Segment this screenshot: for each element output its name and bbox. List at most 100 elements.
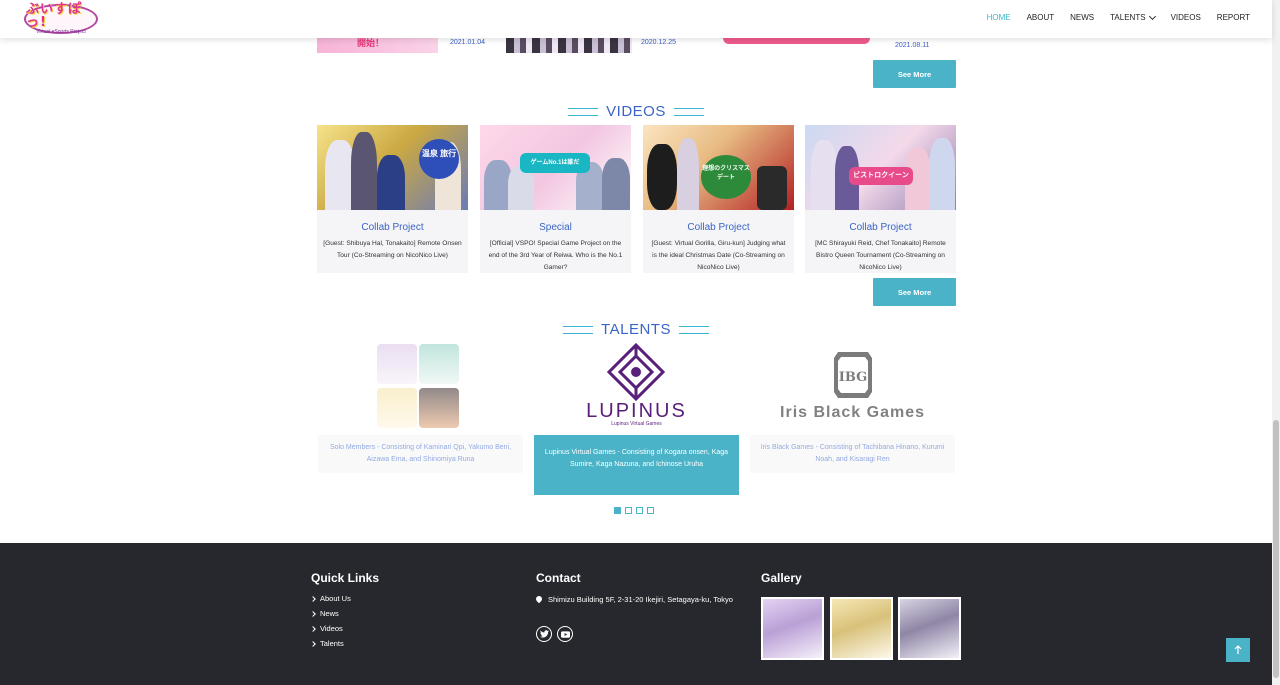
talent-name[interactable]: Solo Members	[330, 444, 375, 451]
avatar	[419, 388, 459, 428]
talent-name[interactable]: Iris Black Games	[761, 444, 814, 451]
footer-link-label: Videos	[320, 624, 343, 633]
video-thumbnail[interactable]: ビストロクイーン	[805, 125, 956, 210]
logo-text: ぶいすぽっ!	[26, 2, 83, 30]
video-thumbnail[interactable]: ゲームNo.1は誰だ	[480, 125, 631, 210]
heading-decoration	[568, 108, 599, 117]
talents-heading-text: TALENTS	[601, 321, 671, 338]
gallery-image[interactable]	[761, 597, 824, 660]
avatar	[419, 344, 459, 384]
video-thumbnail-text: ゲームNo.1は誰だ	[520, 153, 590, 173]
quick-links-heading: Quick Links	[311, 571, 380, 585]
youtube-icon[interactable]	[557, 626, 573, 642]
news-date-3: 2021.08.11	[895, 42, 930, 49]
nav-talents[interactable]: TALENTS	[1110, 12, 1156, 22]
video-title[interactable]: Collab Project	[317, 222, 468, 233]
news-date-2: 2020.12.25	[641, 39, 677, 46]
avatar	[377, 388, 417, 428]
footer-link-label: Talents	[320, 639, 344, 648]
video-thumbnail-text: 理想のクリスマスデート	[701, 155, 751, 199]
carousel-pagination	[614, 507, 654, 514]
iris-logo-mark: IBG	[839, 370, 867, 385]
video-title[interactable]: Collab Project	[643, 222, 794, 233]
carousel-dot-3[interactable]	[636, 507, 643, 514]
video-description: [Guest: Shibuya Hal, Tonakaito] Remote O…	[323, 240, 462, 259]
heading-decoration	[563, 326, 594, 335]
back-to-top-button[interactable]	[1226, 638, 1250, 662]
lupinus-logo-text: LUPINUS	[586, 400, 687, 422]
heading-decoration	[678, 326, 709, 335]
nav-report[interactable]: REPORT	[1217, 13, 1250, 22]
talent-description: - Consisting of Tachibana Hinano, Kurumi…	[813, 444, 945, 463]
talent-card-iris[interactable]: IBG Iris Black Games Iris Black Games - …	[750, 340, 955, 515]
iris-black-games-logo-icon: IBG	[834, 352, 872, 398]
videos-see-more-button[interactable]: See More	[873, 278, 956, 306]
address-text: Shimizu Building 5F, 2-31-20 Ikejiri, Se…	[548, 595, 733, 604]
footer-link-videos[interactable]: Videos	[310, 624, 343, 633]
map-pin-icon	[534, 594, 544, 604]
main-nav: HOME ABOUT NEWS TALENTS VIDEOS REPORT	[971, 12, 1250, 22]
gallery-image[interactable]	[830, 597, 893, 660]
talent-name[interactable]: Lupinus Virtual Games	[545, 449, 616, 456]
video-description: [Official] VSPO! Special Game Project on…	[488, 240, 623, 271]
logo-subtitle: Virtual eSports Project	[36, 29, 86, 35]
site-logo[interactable]: ぶいすぽっ! Virtual eSports Project	[24, 2, 98, 35]
video-title[interactable]: Collab Project	[805, 222, 956, 233]
video-description: [MC Shirayuki Reid, Chef Tonakaito] Remo…	[815, 240, 946, 271]
lupinus-logo-subtitle: Lupinus Virtual Games	[611, 421, 662, 427]
nav-news[interactable]: NEWS	[1070, 13, 1094, 22]
nav-talents-label: TALENTS	[1110, 13, 1146, 22]
carousel-dot-1[interactable]	[614, 507, 621, 514]
gallery-heading: Gallery	[761, 571, 802, 585]
contact-address: Shimizu Building 5F, 2-31-20 Ikejiri, Se…	[534, 594, 736, 606]
chevron-down-icon	[1148, 12, 1156, 20]
talent-info: Lupinus Virtual Games - Consisting of Ko…	[534, 435, 739, 495]
talent-avatars	[373, 344, 463, 428]
scrollbar-thumb[interactable]	[1273, 420, 1279, 678]
carousel-dot-4[interactable]	[647, 507, 654, 514]
contact-heading: Contact	[536, 571, 581, 585]
video-card[interactable]: 温泉 旅行 Collab Project [Guest: Shibuya Hal…	[317, 125, 468, 273]
video-card[interactable]: ビストロクイーン Collab Project [MC Shirayuki Re…	[805, 125, 956, 273]
videos-heading-text: VIDEOS	[606, 103, 666, 120]
arrow-up-icon	[1234, 645, 1242, 654]
iris-logo-text: Iris Black Games	[780, 404, 925, 421]
carousel-dot-2[interactable]	[625, 507, 632, 514]
video-thumbnail[interactable]: 温泉 旅行	[317, 125, 468, 210]
footer-link-about[interactable]: About Us	[310, 594, 351, 603]
video-description: [Guest: Virtual Gorilla, Giru-kun] Judgi…	[651, 240, 786, 271]
footer-link-news[interactable]: News	[310, 609, 339, 618]
talent-card-solo[interactable]: Solo Members - Consisting of Kaminari Qp…	[318, 340, 523, 515]
talent-info: Iris Black Games - Consisting of Tachiba…	[750, 435, 955, 473]
talent-description: - Consisting of Kaminari Qpi, Yakumo Ben…	[366, 444, 512, 463]
talent-info: Solo Members - Consisting of Kaminari Qp…	[318, 435, 523, 473]
site-header: ぶいすぽっ! Virtual eSports Project HOME ABOU…	[0, 0, 1272, 38]
page-scrollbar[interactable]	[1272, 0, 1280, 685]
footer-link-talents[interactable]: Talents	[310, 639, 344, 648]
video-card[interactable]: 理想のクリスマスデート Collab Project [Guest: Virtu…	[643, 125, 794, 273]
news-see-more-button[interactable]: See More	[873, 60, 956, 88]
footer-link-label: News	[320, 609, 339, 618]
chevron-right-icon	[310, 595, 316, 602]
footer-link-label: About Us	[320, 594, 351, 603]
gallery-image[interactable]	[898, 597, 961, 660]
video-thumbnail[interactable]: 理想のクリスマスデート	[643, 125, 794, 210]
video-thumbnail-text: 温泉 旅行	[419, 139, 459, 179]
chevron-right-icon	[310, 610, 316, 617]
video-card[interactable]: ゲームNo.1は誰だ Special [Official] VSPO! Spec…	[480, 125, 631, 273]
nav-about[interactable]: ABOUT	[1027, 13, 1055, 22]
heading-decoration	[673, 108, 704, 117]
video-title[interactable]: Special	[480, 222, 631, 233]
talent-card-lupinus[interactable]: LUPINUS Lupinus Virtual Games Lupinus Vi…	[534, 340, 739, 515]
video-thumbnail-text: ビストロクイーン	[849, 167, 913, 185]
nav-home[interactable]: HOME	[987, 13, 1011, 22]
site-footer: Quick Links About Us News Videos Talents…	[0, 543, 1272, 685]
chevron-right-icon	[310, 640, 316, 647]
nav-videos[interactable]: VIDEOS	[1171, 13, 1201, 22]
avatar	[377, 344, 417, 384]
news-date-1: 2021.01.04	[450, 39, 486, 46]
twitter-icon[interactable]	[536, 626, 552, 642]
talents-heading: TALENTS	[0, 321, 1272, 338]
chevron-right-icon	[310, 625, 316, 632]
lupinus-logo-icon	[606, 342, 666, 402]
